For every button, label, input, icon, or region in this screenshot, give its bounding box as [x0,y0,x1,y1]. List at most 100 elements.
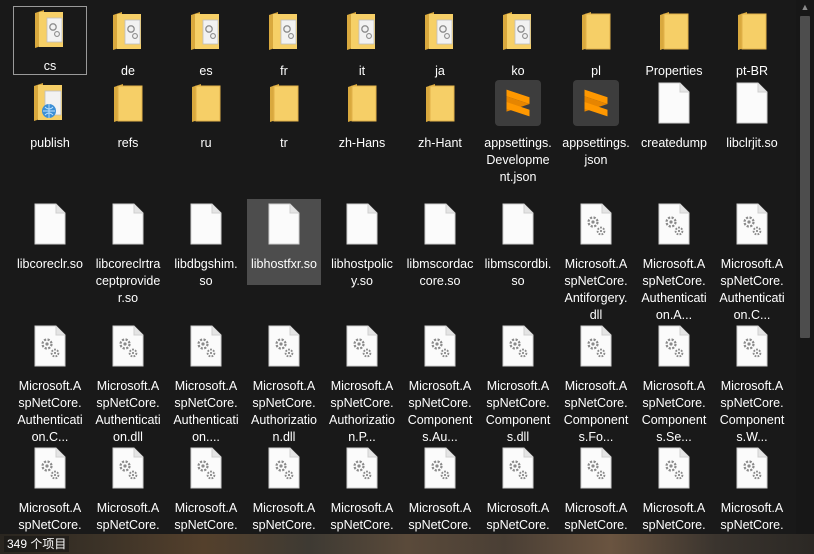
vertical-scrollbar[interactable]: ▲ [796,0,814,534]
file-item[interactable]: zh-Hant [403,78,477,152]
file-item[interactable]: libmscordbi.so [481,199,555,290]
file-item[interactable]: Microsoft.AspNetCore.DataProtection [559,443,633,534]
blank-file-icon [105,201,151,247]
folder-icon [573,8,619,54]
file-label: Microsoft.AspNetCore.Cryptography [330,501,394,532]
file-item[interactable]: Microsoft.AspNetCore.Antiforgery.dll [559,199,633,324]
file-item[interactable]: Microsoft.AspNetCore.Authorization.dll [247,321,321,446]
sublime-icon [573,80,619,126]
dll-icon [573,323,619,369]
dll-icon [27,445,73,491]
file-item[interactable]: Microsoft.AspNetCore.Authorization.P... [325,321,399,446]
blank-file-icon [339,201,385,247]
folder-web-icon [27,80,73,126]
file-label: Microsoft.AspNetCore.Cookies [18,501,82,532]
file-item[interactable]: libmscordaccore.so [403,199,477,290]
file-item[interactable]: ko [481,6,555,80]
dll-icon [495,445,541,491]
file-item[interactable]: publish [13,78,87,152]
dll-icon [339,445,385,491]
file-label: Microsoft.AspNetCore.Components.Au... [407,379,473,444]
scroll-up-icon[interactable]: ▲ [796,0,814,14]
file-item[interactable]: Microsoft.AspNetCore.Components.Fo... [559,321,633,446]
dll-icon [105,323,151,369]
file-label: Microsoft.AspNetCore.Authentication.dll [95,379,161,444]
file-item[interactable]: fr [247,6,321,80]
file-item[interactable]: Microsoft.AspNetCore.Diagnostics [637,443,711,534]
file-item[interactable]: Microsoft.AspNetCore.Cors.dll [169,443,243,534]
file-item[interactable]: libhostpolicy.so [325,199,399,290]
file-item[interactable]: libcoreclr.so [13,199,87,273]
file-item[interactable]: es [169,6,243,80]
file-item[interactable]: de [91,6,165,80]
file-label: Microsoft.AspNetCore.Authorization.P... [328,379,395,444]
file-label: createdump [640,136,707,150]
scroll-thumb[interactable] [800,16,810,338]
file-item[interactable]: Microsoft.AspNetCore.Authentication.... [169,321,243,446]
file-item[interactable]: Microsoft.AspNetCore.Components.W... [715,321,789,446]
folder-icon [729,8,775,54]
file-item[interactable]: Microsoft.AspNetCore.Authentication.A... [637,199,711,324]
file-label: Microsoft.AspNetCore.Authentication.A... [641,257,707,322]
folder-doc-icon [183,8,229,54]
folder-doc-icon [27,8,73,49]
file-item[interactable]: Microsoft.AspNetCore.Core.dll [91,443,165,534]
folder-doc-icon [339,8,385,54]
file-label: cs [43,59,57,73]
blank-file-icon [261,201,307,247]
file-item[interactable]: Microsoft.AspNetCore.Authentication.dll [91,321,165,446]
file-item[interactable]: Properties [637,6,711,80]
file-item[interactable]: Microsoft.AspNetCore.DataProtection [481,443,555,534]
file-item[interactable]: appsettings.json [559,78,633,169]
dll-icon [729,323,775,369]
folder-icon [105,80,151,126]
file-label: Microsoft.AspNetCore.DataProtection [408,501,472,532]
file-item[interactable]: ru [169,78,243,152]
file-item[interactable]: tr [247,78,321,152]
folder-icon [651,8,697,54]
blank-file-icon [417,201,463,247]
file-item[interactable]: it [325,6,399,80]
file-item[interactable]: libcoreclrtraceptprovider.so [91,199,165,307]
file-item[interactable]: libdbgshim.so [169,199,243,290]
file-item[interactable]: refs [91,78,165,152]
file-label: zh-Hant [418,136,462,150]
file-item[interactable]: appsettings.Development.json [481,78,555,186]
file-label: Microsoft.AspNetCore.Authentication.C... [17,379,83,444]
file-label: appsettings.Development.json [484,136,552,184]
dll-icon [261,445,307,491]
file-item[interactable]: Microsoft.AspNetCore.Components.dll [481,321,555,446]
file-label: zh-Hans [338,136,386,150]
folder-icon [183,80,229,126]
blank-file-icon [183,201,229,247]
file-item[interactable]: libclrjit.so [715,78,789,152]
file-item[interactable]: Microsoft.AspNetCore.Cryptography [325,443,399,534]
file-item[interactable]: Microsoft.AspNetCore.Cryptography [247,443,321,534]
file-item[interactable]: zh-Hans [325,78,399,152]
folder-doc-icon [495,8,541,54]
dll-icon [183,445,229,491]
file-item[interactable]: pl [559,6,633,80]
file-label: Microsoft.AspNetCore.DataProtection [564,501,628,532]
file-item[interactable]: Microsoft.AspNetCore.Components.Au... [403,321,477,446]
file-item[interactable]: pt-BR [715,6,789,80]
file-item[interactable]: ja [403,6,477,80]
dll-icon [651,323,697,369]
file-label: Microsoft.AspNetCore.Cors.dll [174,501,238,532]
folder-doc-icon [417,8,463,54]
file-item[interactable]: Microsoft.AspNetCore.DataProtection [403,443,477,534]
file-label: libhostpolicy.so [331,257,393,288]
file-item[interactable]: Microsoft.AspNetCore.Components.Se... [637,321,711,446]
file-item[interactable]: libhostfxr.so [247,199,321,285]
file-item[interactable]: Microsoft.AspNetCore.Authentication.C... [13,321,87,446]
file-grid: cs de es fr it ja ko pl Properties pt-BR publish re… [0,0,796,534]
file-label: Microsoft.AspNetCore.Diagnostics [720,501,784,532]
file-item[interactable]: Microsoft.AspNetCore.Authentication.C... [715,199,789,324]
file-label: Microsoft.AspNetCore.Authentication.C... [719,257,785,322]
file-item[interactable]: createdump [637,78,711,152]
blank-file-icon [27,201,73,247]
file-item[interactable]: Microsoft.AspNetCore.Cookies [13,443,87,534]
dll-icon [27,323,73,369]
file-item[interactable]: Microsoft.AspNetCore.Diagnostics [715,443,789,534]
file-item[interactable]: cs [13,6,87,75]
